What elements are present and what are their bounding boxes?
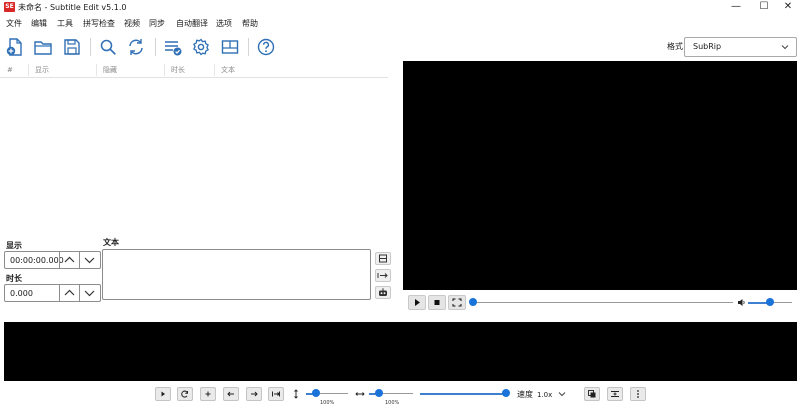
column-divider <box>214 64 215 76</box>
decrement-button[interactable] <box>79 252 98 268</box>
format-selected-value: SubRip <box>693 42 722 51</box>
column-divider <box>28 64 29 76</box>
waveform-position-track[interactable] <box>420 393 508 395</box>
subtitle-list[interactable] <box>0 78 388 238</box>
copy-icon[interactable] <box>584 387 600 401</box>
new-file-icon[interactable] <box>5 37 25 57</box>
play-button[interactable] <box>408 295 426 310</box>
stop-button[interactable] <box>428 295 446 310</box>
text-label: 文本 <box>103 238 119 247</box>
video-progress-track[interactable] <box>473 302 733 303</box>
insert-at-position-icon[interactable] <box>268 387 284 401</box>
replace-icon[interactable] <box>126 37 146 57</box>
increment-button[interactable] <box>59 285 78 301</box>
settings-icon[interactable] <box>191 37 211 57</box>
maximize-button[interactable]: ☐ <box>752 0 776 15</box>
video-player[interactable] <box>403 61 797 290</box>
format-dropdown[interactable]: SubRip <box>684 37 797 57</box>
menu-file[interactable]: 文件 <box>6 17 22 31</box>
help-icon[interactable] <box>256 37 276 57</box>
show-time-value: 00:00:00.000 <box>10 256 64 265</box>
column-divider <box>164 64 165 76</box>
speed-label: 速度 <box>517 390 533 399</box>
vertical-zoom-value: 100% <box>320 400 335 406</box>
volume-icon[interactable] <box>737 298 746 307</box>
decrement-button[interactable] <box>79 285 98 301</box>
horizontal-zoom-value: 100% <box>385 400 400 406</box>
menu-options[interactable]: 选项 <box>216 17 232 31</box>
column-header-show[interactable]: 显示 <box>35 65 49 75</box>
list-tools-button[interactable] <box>375 252 391 265</box>
vertical-zoom-handle[interactable] <box>312 389 320 397</box>
close-button[interactable]: ✕ <box>776 0 800 15</box>
video-progress-handle[interactable] <box>469 298 477 306</box>
open-folder-icon[interactable] <box>33 37 53 57</box>
duration-value: 0.000 <box>10 289 33 298</box>
show-time-input[interactable]: 00:00:00.000 <box>4 251 101 269</box>
subtitle-text-editor[interactable] <box>102 249 371 300</box>
increment-button[interactable] <box>59 252 78 268</box>
save-icon[interactable] <box>62 37 82 57</box>
move-text-button[interactable] <box>375 269 391 282</box>
speed-value[interactable]: 1.0x <box>537 390 552 400</box>
menu-edit[interactable]: 编辑 <box>31 17 47 31</box>
title-bar: SE 未命名 - Subtitle Edit v5.1.0 — ☐ ✕ <box>0 0 800 15</box>
menu-sync[interactable]: 同步 <box>149 17 165 31</box>
minimize-button[interactable]: — <box>724 0 748 15</box>
column-divider <box>96 64 97 76</box>
menu-spellcheck[interactable]: 拼写检查 <box>83 17 115 31</box>
format-label: 格式 <box>667 42 683 51</box>
column-header-text[interactable]: 文本 <box>221 65 235 75</box>
toolbar-separator <box>248 38 249 56</box>
arrow-right-icon[interactable] <box>246 387 262 401</box>
duration-label: 时长 <box>6 274 22 283</box>
toolbar-separator <box>155 38 156 56</box>
chevron-down-icon <box>780 42 790 52</box>
menu-video[interactable]: 视频 <box>124 17 140 31</box>
chevron-down-icon[interactable] <box>557 389 567 399</box>
window-title: 未命名 - Subtitle Edit v5.1.0 <box>18 3 127 12</box>
subtitle-list-header: # 显示 隐藏 时长 文本 <box>0 62 388 78</box>
show-time-label: 显示 <box>6 241 22 250</box>
column-header-duration[interactable]: 时长 <box>171 65 185 75</box>
center-align-icon[interactable] <box>607 387 623 401</box>
menu-tools[interactable]: 工具 <box>57 17 73 31</box>
menu-auto-translate[interactable]: 自动翻译 <box>176 17 208 31</box>
search-icon[interactable] <box>98 37 118 57</box>
layout-icon[interactable] <box>220 37 240 57</box>
vertical-zoom-icon <box>292 389 300 399</box>
volume-handle[interactable] <box>766 298 774 306</box>
horizontal-zoom-icon <box>355 389 365 399</box>
fullscreen-button[interactable] <box>448 295 466 310</box>
column-header-hide[interactable]: 隐藏 <box>103 65 117 75</box>
column-header-number[interactable]: # <box>7 65 13 75</box>
waveform-panel[interactable] <box>4 322 797 381</box>
duration-input[interactable]: 0.000 <box>4 284 101 302</box>
horizontal-zoom-handle[interactable] <box>375 389 383 397</box>
add-icon[interactable] <box>200 387 216 401</box>
arrow-left-icon[interactable] <box>223 387 239 401</box>
toolbar-separator <box>90 38 91 56</box>
waveform-position-handle[interactable] <box>502 389 510 397</box>
menu-help[interactable]: 帮助 <box>242 17 258 31</box>
play-button[interactable] <box>155 387 171 401</box>
more-options-icon[interactable] <box>630 387 646 401</box>
repeat-icon[interactable] <box>177 387 193 401</box>
app-logo-icon: SE <box>4 2 15 12</box>
fix-errors-icon[interactable] <box>163 37 183 57</box>
robot-icon[interactable] <box>375 286 391 299</box>
